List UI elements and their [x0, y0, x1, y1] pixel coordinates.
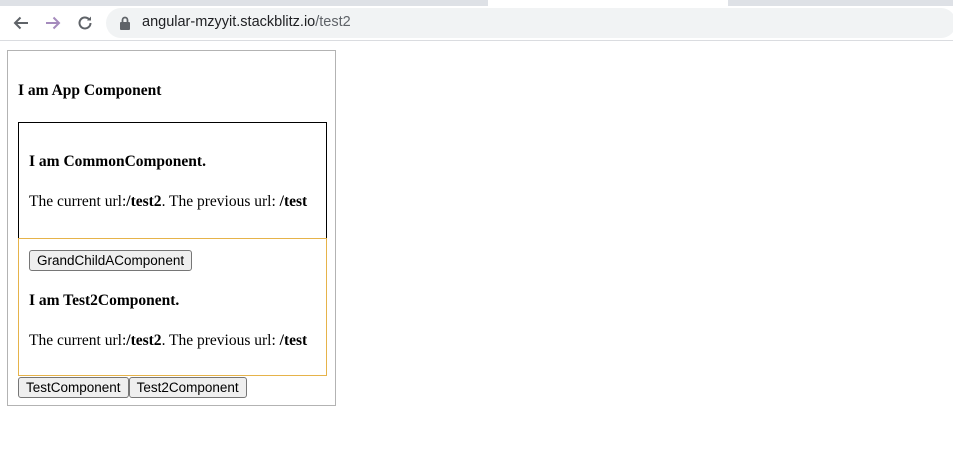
common-component: I am CommonComponent. The current url:/t…: [18, 122, 327, 239]
url-path: /test2: [315, 14, 351, 30]
reload-icon: [78, 16, 92, 30]
common-title: I am CommonComponent.: [29, 153, 206, 170]
back-button[interactable]: [7, 9, 35, 37]
current-url: /test2: [126, 193, 162, 210]
common-url-line: The current url:/test2. The previous url…: [29, 193, 307, 211]
url-text: angular-mzyyit.stackblitz.io/test2: [142, 14, 351, 30]
lock-icon[interactable]: [118, 15, 132, 31]
url-middle: . The previous url:: [161, 193, 280, 210]
forward-arrow-icon: [46, 16, 61, 30]
current-url: /test2: [126, 332, 162, 349]
app-title: I am App Component: [18, 82, 162, 99]
route-buttons: TestComponent Test2Component: [18, 377, 247, 398]
url-prefix: The current url:: [29, 332, 127, 349]
test2-component-button[interactable]: Test2Component: [128, 377, 247, 398]
grandchild-a-button[interactable]: GrandChildAComponent: [29, 250, 193, 271]
reload-button[interactable]: [71, 9, 99, 37]
test2-url-line: The current url:/test2. The previous url…: [29, 332, 307, 350]
url-host: angular-mzyyit.stackblitz.io: [142, 14, 316, 30]
address-bar[interactable]: angular-mzyyit.stackblitz.io/test2: [106, 8, 953, 38]
test2-title: I am Test2Component.: [29, 292, 180, 309]
previous-url: /test: [279, 332, 308, 349]
test2-component: GrandChildAComponent I am Test2Component…: [18, 238, 327, 376]
url-middle: . The previous url:: [161, 332, 280, 349]
back-arrow-icon: [13, 16, 28, 30]
forward-button[interactable]: [39, 9, 67, 37]
url-prefix: The current url:: [29, 193, 127, 210]
browser-toolbar: angular-mzyyit.stackblitz.io/test2: [0, 6, 953, 41]
previous-url: /test: [279, 193, 308, 210]
test-component-button[interactable]: TestComponent: [18, 377, 129, 398]
app-component: I am App Component I am CommonComponent.…: [7, 50, 336, 406]
